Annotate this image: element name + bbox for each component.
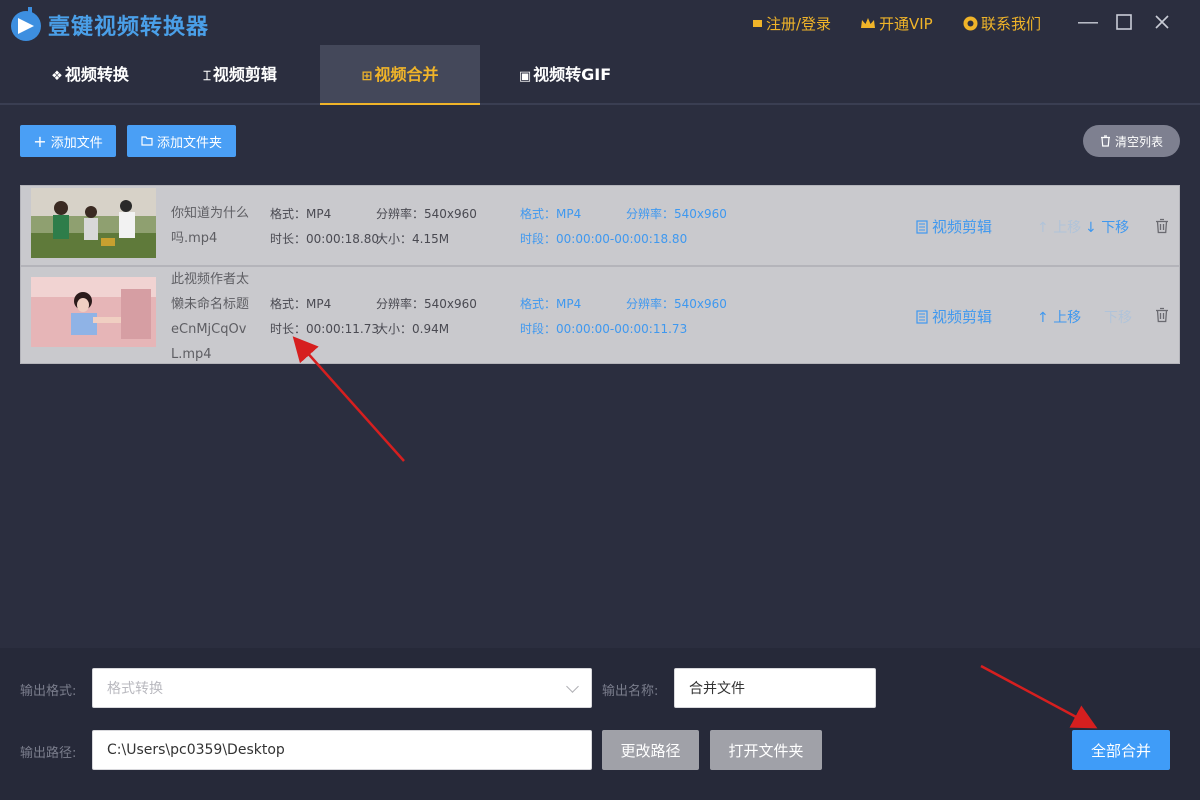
folder-icon [141, 136, 153, 146]
add-folder-button[interactable]: 添加文件夹 [127, 125, 236, 157]
maximize-button[interactable] [1112, 10, 1136, 34]
vip-label: 开通VIP [879, 15, 933, 33]
delete-icon[interactable] [1155, 218, 1169, 234]
merge-all-button[interactable]: 全部合并 [1072, 730, 1170, 770]
contact-label: 联系我们 [981, 15, 1042, 33]
source-resolution: 分辨率：540x960 [376, 207, 477, 221]
clear-list-button[interactable]: 清空列表 [1083, 125, 1180, 157]
output-format: 格式：MP4 [520, 207, 582, 221]
tab-video-convert[interactable]: ❖ 视频转换 [20, 45, 160, 105]
gif-icon: ▣ [518, 69, 532, 84]
output-format: 格式：MP4 [520, 297, 582, 311]
output-name-label: 输出名称: [602, 684, 659, 699]
crown-icon [861, 18, 875, 28]
tab-label: 视频转换 [64, 65, 129, 84]
source-format: 格式：MP4 [270, 297, 332, 311]
video-edit-label: 视频剪辑 [932, 218, 993, 236]
document-icon [916, 219, 928, 234]
output-resolution: 分辨率：540x960 [626, 297, 727, 311]
maximize-icon [1116, 14, 1132, 30]
chevron-down-icon [566, 680, 579, 693]
close-button[interactable] [1150, 10, 1174, 34]
minimize-button[interactable]: — [1076, 10, 1100, 34]
video-edit-link[interactable]: 视频剪辑 [916, 306, 992, 327]
move-up-label: 上移 [1053, 220, 1082, 236]
move-up-button[interactable]: ↑ 上移 [1037, 217, 1081, 237]
output-name-value: 合并文件 [689, 681, 745, 697]
close-icon [1155, 15, 1169, 29]
move-up-label: 上移 [1053, 310, 1082, 326]
video-thumbnail [31, 277, 156, 347]
tab-label: 视频转GIF [533, 65, 612, 84]
app-title: 壹键视频转换器 [48, 15, 210, 40]
clear-list-label: 清空列表 [1114, 134, 1163, 149]
output-format-label: 输出格式: [20, 684, 77, 699]
output-format-placeholder: 格式转换 [107, 681, 163, 697]
source-size: 大小：4.15M [376, 232, 450, 246]
vip-link[interactable]: 开通VIP [860, 13, 933, 34]
merge-all-label: 全部合并 [1090, 741, 1151, 760]
title-bar: 壹键视频转换器 注册/登录 开通VIP 联系我们 — [0, 0, 1200, 45]
tab-video-to-gif[interactable]: ▣ 视频转GIF [500, 45, 630, 105]
add-folder-label: 添加文件夹 [156, 135, 222, 151]
video-thumbnail [31, 188, 156, 258]
tab-label: 视频合并 [374, 65, 439, 84]
register-login-link[interactable]: 注册/登录 [752, 13, 831, 34]
output-segment: 时段：00:00:00-00:00:18.80 [520, 232, 688, 246]
move-down-button[interactable]: ↓ 下移 [1085, 217, 1129, 237]
output-path-label: 输出路径: [20, 746, 77, 761]
add-file-button[interactable]: + 添加文件 [20, 125, 116, 157]
document-icon [916, 309, 928, 324]
edit-icon: ⌶ [203, 69, 211, 84]
source-duration: 时长：00:00:11.73 [270, 322, 379, 336]
output-path-value: C:\Users\pc0359\Desktop [107, 742, 285, 758]
user-icon [753, 20, 762, 27]
plus-icon: + [33, 131, 47, 151]
source-size: 大小：0.94M [376, 322, 450, 336]
convert-icon: ❖ [51, 69, 63, 84]
tab-label: 视频剪辑 [212, 65, 277, 84]
file-name: 你知道为什么吗.mp4 [171, 206, 250, 246]
move-down-label: 下移 [1104, 310, 1132, 326]
open-folder-label: 打开文件夹 [728, 741, 804, 760]
output-format-select[interactable]: 格式转换 [92, 668, 592, 708]
change-path-button[interactable]: 更改路径 [602, 730, 699, 770]
output-name-input[interactable]: 合并文件 [674, 668, 876, 708]
file-row[interactable]: 你知道为什么吗.mp4 格式：MP4 分辨率：540x960 时长：00:00:… [20, 185, 1180, 266]
source-resolution: 分辨率：540x960 [376, 297, 477, 311]
register-login-label: 注册/登录 [766, 15, 832, 33]
output-segment: 时段：00:00:00-00:00:11.73 [520, 322, 688, 336]
delete-icon[interactable] [1155, 307, 1169, 323]
move-up-button[interactable]: ↑ 上移 [1037, 307, 1081, 327]
tab-video-edit[interactable]: ⌶ 视频剪辑 [170, 45, 310, 105]
merge-icon: ⊞ [361, 69, 373, 84]
video-edit-label: 视频剪辑 [932, 308, 993, 326]
trash-icon [1100, 135, 1110, 147]
move-down-label: 下移 [1101, 220, 1130, 236]
app-logo-icon [11, 7, 41, 41]
tab-bar: ❖ 视频转换 ⌶ 视频剪辑 ⊞ 视频合并 ▣ 视频转GIF [0, 45, 1200, 105]
source-format: 格式：MP4 [270, 207, 332, 221]
video-edit-link[interactable]: 视频剪辑 [916, 216, 992, 237]
output-resolution: 分辨率：540x960 [626, 207, 727, 221]
contact-link[interactable]: 联系我们 [963, 13, 1041, 34]
source-duration: 时长：00:00:18.80 [270, 232, 379, 246]
move-down-button[interactable]: 下移 [1104, 307, 1132, 327]
open-folder-button[interactable]: 打开文件夹 [710, 730, 822, 770]
file-name: 此视频作者太懒未命名标题eCnMjCqOvL.mp4 [171, 272, 250, 362]
headset-icon [963, 16, 978, 31]
output-path-input[interactable]: C:\Users\pc0359\Desktop [92, 730, 592, 770]
tab-video-merge[interactable]: ⊞ 视频合并 [320, 45, 480, 105]
change-path-label: 更改路径 [620, 741, 681, 760]
add-file-label: 添加文件 [50, 135, 103, 151]
file-row[interactable]: 此视频作者太懒未命名标题eCnMjCqOvL.mp4 格式：MP4 分辨率：54… [20, 266, 1180, 364]
